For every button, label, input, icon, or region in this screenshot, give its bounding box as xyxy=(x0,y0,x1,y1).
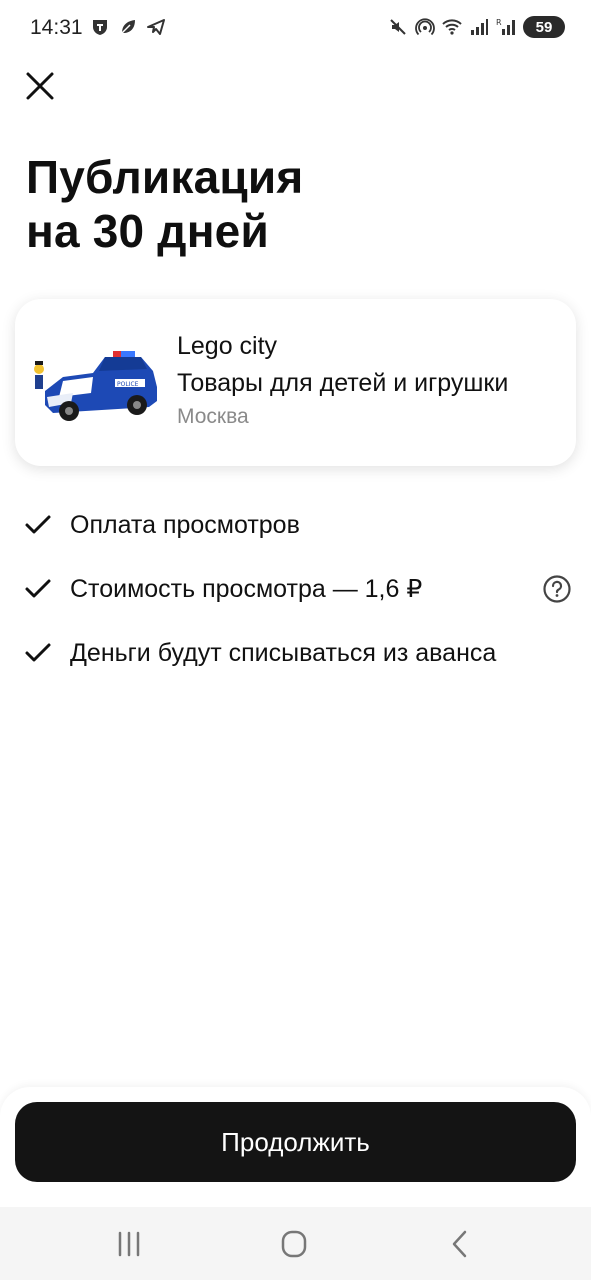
feature-text: Оплата просмотров xyxy=(70,510,300,539)
telegram-icon xyxy=(147,19,165,35)
page-title-line2: на 30 дней xyxy=(26,205,269,257)
listing-category: Товары для детей и игрушки xyxy=(177,369,509,397)
status-right-icons: R 59 xyxy=(388,16,565,38)
recent-apps-icon xyxy=(118,1231,140,1257)
page-title-line1: Публикация xyxy=(26,151,304,203)
navigation-bar xyxy=(0,1207,591,1280)
listing-title: Lego city xyxy=(177,332,278,360)
shield-icon xyxy=(93,20,107,35)
svg-text:POLICE: POLICE xyxy=(117,381,139,388)
battery-indicator: 59 xyxy=(523,16,565,38)
continue-button[interactable]: Продолжить xyxy=(15,1102,576,1182)
listing-image: POLICE xyxy=(33,321,161,445)
back-icon xyxy=(452,1230,467,1258)
hotspot-icon xyxy=(415,18,435,36)
close-icon xyxy=(26,72,54,100)
close-button[interactable] xyxy=(22,68,58,104)
lego-police-car-image: POLICE xyxy=(33,321,161,445)
feature-text: Стоимость просмотра — 1,6 ₽ xyxy=(70,575,423,603)
leaf-icon xyxy=(121,20,135,34)
listing-city: Москва xyxy=(177,405,249,428)
home-button[interactable] xyxy=(274,1227,314,1261)
status-left-icons xyxy=(90,17,166,37)
back-button[interactable] xyxy=(440,1227,480,1261)
check-icon xyxy=(25,643,51,662)
svg-text:R: R xyxy=(496,18,502,27)
recent-apps-button[interactable] xyxy=(109,1227,149,1261)
mute-icon xyxy=(390,19,406,35)
home-icon xyxy=(281,1230,307,1258)
signal-icon xyxy=(471,19,488,35)
feature-item-advance: Деньги будут списываться из аванса xyxy=(22,633,572,673)
signal-roaming-icon: R xyxy=(496,18,515,35)
status-time: 14:31 xyxy=(30,16,83,39)
feature-text: Деньги будут списываться из аванса xyxy=(70,638,497,667)
listing-card[interactable]: POLICE Lego city Товары для детей и игру… xyxy=(15,299,576,466)
feature-item-payment: Оплата просмотров xyxy=(22,505,572,545)
page-title: Публикация на 30 дней xyxy=(26,150,546,258)
wifi-icon xyxy=(442,19,462,35)
question-icon xyxy=(543,575,571,603)
feature-item-price: Стоимость просмотра — 1,6 ₽ xyxy=(22,569,572,609)
check-icon xyxy=(25,515,51,534)
status-bar: 14:31 R 59 xyxy=(0,0,591,56)
check-icon xyxy=(25,579,51,598)
help-button[interactable] xyxy=(542,574,572,604)
